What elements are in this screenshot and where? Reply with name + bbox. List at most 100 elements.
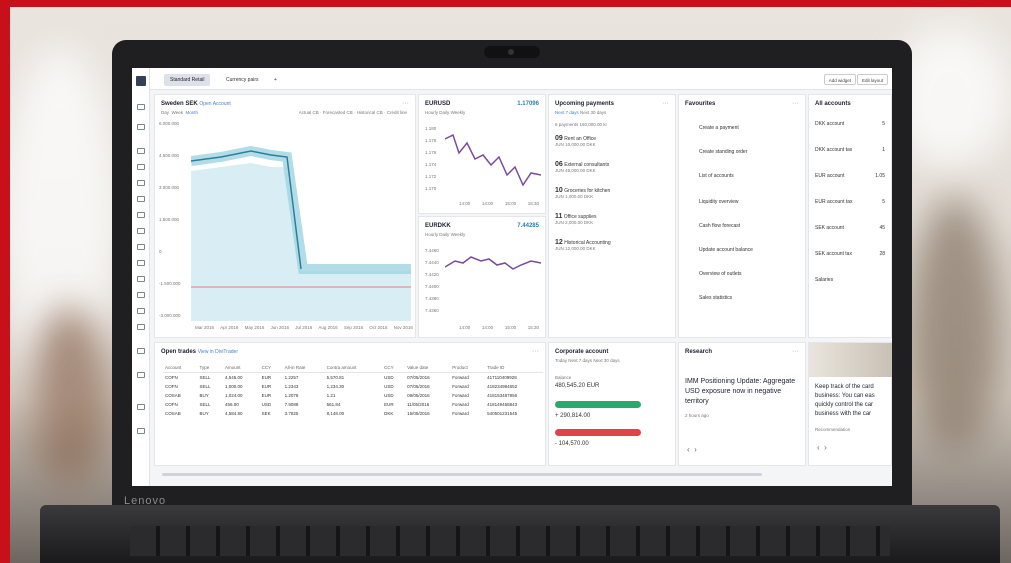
logout-icon[interactable] [137,428,145,434]
help-icon[interactable] [137,348,145,354]
tab-daily[interactable]: Daily [439,232,449,237]
more-options-icon[interactable]: ··· [662,100,669,107]
tab-month[interactable]: Month [185,110,198,115]
edit-layout-button[interactable]: Edit layout [856,74,888,85]
column-header[interactable]: Product [450,363,486,373]
prev-arrow-icon[interactable]: ‹ [687,445,690,454]
column-header[interactable]: Contra amount [324,363,383,373]
table-row[interactable]: COSAB BUY 4,584.80 SEK 3.7825 8,148.00 DKK 15/0… [163,409,543,418]
payments-icon[interactable] [137,164,145,170]
positive-bar [555,401,641,408]
table-row[interactable]: COSAB BUY 1,024.00 EUR 1.2078 1.21 USD 09/05/20… [163,391,543,400]
dashboard-icon[interactable] [137,124,145,130]
widget-title: Corporate account [555,349,609,355]
more-options-icon[interactable]: ··· [532,348,539,355]
tab-hourly[interactable]: Hourly [425,232,438,237]
y-tick: -3.000.000 [159,313,181,318]
promo-text[interactable]: Keep track of the card business: You can… [815,383,891,423]
cell: 418153487856 [487,393,518,398]
view-in-divitrader-link[interactable]: View in DiviTrader [198,349,238,355]
prev-arrow-icon[interactable]: ‹ [817,443,820,452]
tab-next-7-days[interactable]: Next 7 days [568,358,592,363]
account-amount: 1.05 [875,173,885,179]
trading-icon[interactable] [137,212,145,218]
list-item[interactable]: 11 Office supplies JUN 2,000.00 DKK [555,213,669,226]
account-row[interactable]: EUR account tax 5 [815,199,885,205]
upcoming-payments-widget: Upcoming payments ··· Next 7 days Next 3… [548,94,676,338]
favourite-update-account-balance[interactable]: Update account balance [699,247,799,253]
period-tabs: Hourly Daily Weekly [425,110,465,115]
bank-icon[interactable] [137,244,145,250]
cards-icon[interactable] [137,180,145,186]
favourite-overview-of-outlets[interactable]: Overview of outlets [699,271,799,277]
reports-icon[interactable] [137,308,145,314]
table-row[interactable]: COFN SELL 4,545.00 EUR 1.2257 5,570.81 USD 07/0… [163,373,543,383]
list-item[interactable]: 09 Rent an Office JUN 10,000.00 DKK [555,135,669,148]
open-account-link[interactable]: Open Account [199,101,230,107]
favourite-create-payment[interactable]: Create a payment [699,125,799,131]
transfers-icon[interactable] [137,196,145,202]
next-arrow-icon[interactable]: › [694,445,697,454]
column-header[interactable]: Value date [405,363,451,373]
more-options-icon[interactable]: ··· [792,348,799,355]
calendar-icon[interactable] [137,228,145,234]
mail-icon[interactable] [137,292,145,298]
more-options-icon[interactable]: ··· [792,100,799,107]
tab-next-30-days[interactable]: Next 30 days [593,358,619,363]
tab-currency-pairs[interactable]: Currency pairs [220,74,265,86]
column-header[interactable]: Trade ID [485,363,543,373]
column-header[interactable]: Amount [222,363,260,373]
column-header[interactable]: CCY [259,363,283,373]
tab-daily[interactable]: Daily [439,110,449,115]
cell: USD [384,375,394,380]
cell: 418149458843 [487,402,518,407]
notifications-icon[interactable] [137,372,145,378]
cell: Forward [452,411,469,416]
chart-icon[interactable] [137,260,145,266]
research-headline[interactable]: IMM Positioning Update: Aggregate USD ex… [685,377,799,407]
list-item[interactable]: 10 Groceries for kitchen JUN 1,000.00 DKK [555,187,669,200]
tab-hourly[interactable]: Hourly [425,110,438,115]
add-widget-button[interactable]: Add widget [823,74,856,85]
profile-icon[interactable] [137,404,145,410]
column-header[interactable]: Type [197,363,223,373]
column-header[interactable]: Account [163,363,198,373]
favourite-list-of-accounts[interactable]: List of accounts [699,173,799,179]
accounts-icon[interactable] [137,148,145,154]
cell: DKK [384,411,394,416]
favourite-liquidity-overview[interactable]: Liquidity overview [699,199,799,205]
account-row[interactable]: SEK account tax 28 [815,251,885,257]
tab-standard-retail[interactable]: Standard Retail [164,74,211,86]
search-icon[interactable] [137,104,145,110]
horizontal-scrollbar[interactable] [162,473,762,476]
column-header[interactable]: All-in Rate [282,363,325,373]
documents-icon[interactable] [137,276,145,282]
favourite-sales-statistics[interactable]: Sales statistics [699,295,799,301]
table-row[interactable]: COFN SELL 456.00 USD 7.9088 561.84 EUR 11/05/20… [163,400,543,409]
tab-weekly[interactable]: Weekly [451,110,466,115]
more-options-icon[interactable]: ··· [402,100,409,107]
next-arrow-icon[interactable]: › [824,443,827,452]
tab-next-7-days[interactable]: Next 7 days [555,110,579,115]
account-row[interactable]: DKK account 5 [815,121,885,127]
app-logo[interactable] [136,76,146,86]
settings-icon[interactable] [137,324,145,330]
tab-today[interactable]: Today [555,358,567,363]
add-tab-button[interactable]: + [268,74,283,86]
tab-weekly[interactable]: Weekly [451,232,466,237]
favourite-cash-flow-forecast[interactable]: Cash flow forecast [699,223,799,229]
tab-next-30-days[interactable]: Next 30 days [580,110,606,115]
account-row[interactable]: DKK account tax 1 [815,147,885,153]
account-row[interactable]: SEK account 45 [815,225,885,231]
list-item[interactable]: 06 External consultants JUN 45,000.00 DKK [555,161,669,174]
list-item[interactable]: 12 Historical Accounting JUN 12,000.00 DK… [555,239,669,252]
legend-forecasted: Forecasted CB [322,110,353,115]
favourite-create-standing-order[interactable]: Create standing order [699,149,799,155]
table-row[interactable]: COFN SELL 1,000.00 EUR 1.2343 1,234.30 USD 07/0… [163,382,543,391]
laptop-frame: Lenovo Standard Retail Currency pairs + … [112,40,912,515]
account-row[interactable]: EUR account 1.05 [815,173,885,179]
column-header[interactable]: CCY [382,363,406,373]
tab-week[interactable]: Week [172,110,183,115]
account-row[interactable]: Salaries [815,277,885,283]
tab-day[interactable]: Day [161,110,169,115]
